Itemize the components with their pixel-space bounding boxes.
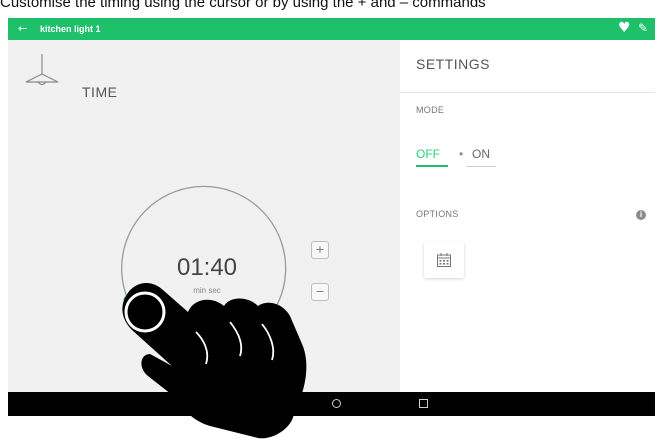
pointing-hand-icon bbox=[122, 283, 307, 439]
